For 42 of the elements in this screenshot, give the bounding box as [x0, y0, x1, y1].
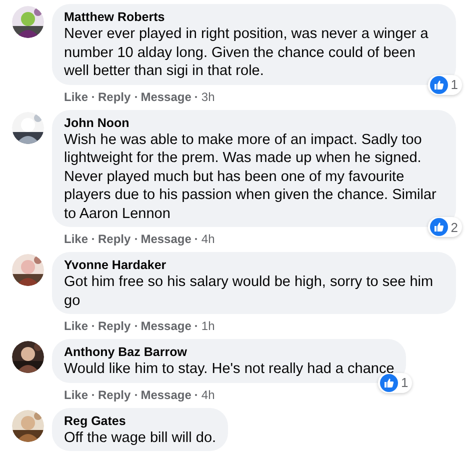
separator-dot	[134, 238, 137, 240]
comment-time[interactable]: 3h	[201, 88, 215, 104]
action-link[interactable]: Message	[140, 386, 192, 402]
separator-dot	[92, 394, 94, 396]
separator-dot	[92, 325, 94, 327]
author-name[interactable]: Anthony Baz Barrow	[64, 344, 394, 360]
separator-dot	[134, 96, 137, 98]
separator-dot	[92, 96, 94, 98]
thumbs-up-icon	[430, 218, 448, 236]
action-link[interactable]: Message	[140, 231, 192, 247]
separator-dot	[195, 96, 198, 98]
separator-dot	[195, 238, 198, 240]
comment-time[interactable]: 4h	[201, 386, 215, 402]
comment-time[interactable]: 1h	[201, 318, 215, 334]
separator-dot	[195, 325, 198, 327]
action-link[interactable]: Message	[140, 88, 192, 104]
comment-text: Off the wage bill will do.	[64, 428, 216, 447]
separator-dot	[134, 394, 137, 396]
reaction-count[interactable]: 1	[378, 372, 412, 392]
action-link[interactable]: Like	[64, 318, 88, 334]
action-link[interactable]: Like	[64, 88, 88, 104]
author-name[interactable]: Reg Gates	[64, 412, 216, 428]
author-name[interactable]: Matthew Roberts	[64, 9, 444, 25]
reaction-count[interactable]: 1	[428, 74, 462, 94]
comment-time[interactable]: 4h	[201, 231, 215, 247]
action-link[interactable]: Reply	[98, 318, 131, 334]
thumbs-up-icon	[430, 76, 448, 94]
comment-text: Never ever played in right position, was never a winger a number 10 alday long. Given the chance could of been well better than sigi in that role.	[64, 25, 430, 80]
action-link[interactable]: Like	[64, 231, 88, 247]
author-name[interactable]: John Noon	[64, 114, 444, 130]
action-link[interactable]: Like	[64, 386, 88, 402]
separator-dot	[134, 325, 137, 327]
separator-dot	[195, 394, 198, 396]
action-link[interactable]: Reply	[98, 231, 131, 247]
author-name[interactable]: Yvonne Hardaker	[64, 257, 444, 273]
separator-dot	[92, 238, 94, 240]
reaction-count[interactable]: 2	[428, 217, 462, 237]
thumbs-up-icon	[380, 374, 398, 392]
action-link[interactable]: Reply	[98, 386, 131, 402]
action-link[interactable]: Reply	[98, 88, 131, 104]
action-link[interactable]: Message	[140, 318, 192, 334]
comment-text: Got him free so his salary would be high, sorry to see him go	[64, 273, 434, 310]
